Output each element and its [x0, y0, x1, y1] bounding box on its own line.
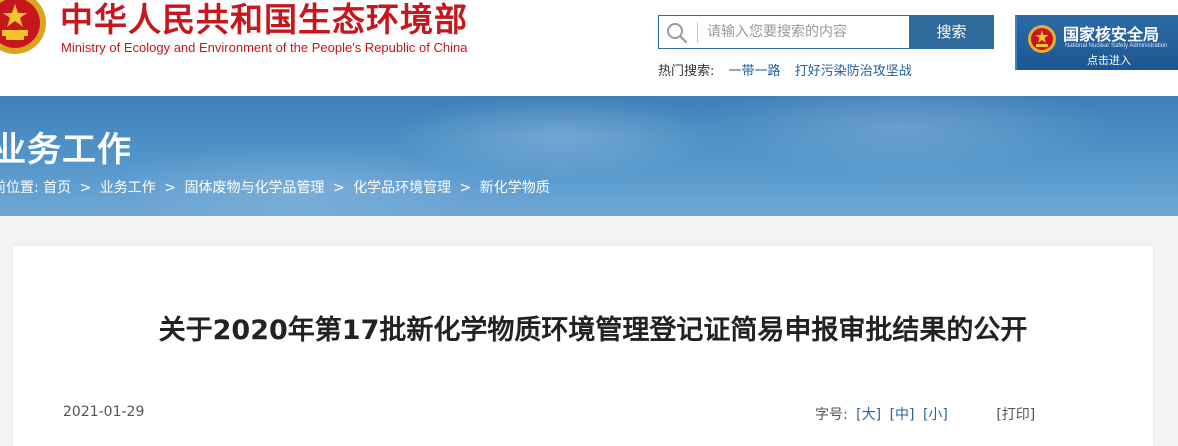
- nnsa-enter-label: 点击进入: [1087, 54, 1131, 67]
- breadcrumb-prefix: 前位置:: [0, 180, 39, 196]
- font-size-label: 字号:: [815, 407, 848, 423]
- hot-search-label: 热门搜索:: [658, 64, 715, 79]
- search-icon[interactable]: [665, 21, 689, 45]
- nnsa-name: 国家核安全局: [1063, 25, 1160, 44]
- search-button[interactable]: 搜索: [909, 15, 994, 49]
- breadcrumb-item-business[interactable]: 业务工作: [100, 180, 156, 196]
- breadcrumb-item-solid-waste[interactable]: 固体废物与化学品管理: [184, 180, 324, 196]
- breadcrumb-separator: >: [332, 180, 345, 196]
- article-date: 2021-01-29: [63, 404, 145, 420]
- font-size-medium-button[interactable]: [中]: [890, 407, 915, 423]
- nnsa-english-name: National Nuclear Safety Administration: [1065, 43, 1168, 49]
- breadcrumb-separator: >: [79, 180, 92, 196]
- nnsa-link-button[interactable]: 国家核安全局 National Nuclear Safety Administr…: [1015, 15, 1178, 70]
- breadcrumb-item-home[interactable]: 首页: [43, 180, 71, 196]
- national-emblem-icon: [0, 0, 46, 54]
- font-size-large-button[interactable]: [大]: [856, 407, 881, 423]
- font-size-small-button[interactable]: [小]: [923, 407, 948, 423]
- nnsa-emblem-icon: [1028, 25, 1056, 53]
- site-subtitle: Ministry of Ecology and Environment of t…: [61, 40, 468, 55]
- site-title[interactable]: 中华人民共和国生态环境部: [60, 0, 468, 40]
- breadcrumb-separator: >: [164, 180, 176, 196]
- hot-search-link[interactable]: 一带一路: [729, 64, 781, 79]
- hot-search-link[interactable]: 打好污染防治攻坚战: [795, 64, 912, 79]
- print-button[interactable]: [打印]: [996, 407, 1035, 423]
- site-header: 中华人民共和国生态环境部 Ministry of Ecology and Env…: [0, 0, 1178, 96]
- search-input[interactable]: [707, 20, 907, 44]
- article-title: 关于2020年第17批新化学物质环境管理登记证简易申报审批结果的公开: [158, 315, 1028, 346]
- section-banner: 业务工作 前位置: 首页 > 业务工作 > 固体废物与化学品管理 > 化学品环境…: [0, 96, 1178, 216]
- section-title: 业务工作: [0, 130, 132, 170]
- breadcrumb-item-chemicals[interactable]: 化学品环境管理: [353, 180, 451, 196]
- article-tools: 字号: [大] [中] [小] [打印]: [815, 404, 1035, 424]
- article-card: 关于2020年第17批新化学物质环境管理登记证简易申报审批结果的公开 2021-…: [13, 246, 1153, 446]
- search-box: 搜索: [658, 15, 994, 49]
- breadcrumb-item-new-chemicals[interactable]: 新化学物质: [480, 180, 550, 196]
- breadcrumb-separator: >: [459, 180, 472, 196]
- search-divider: [697, 22, 698, 43]
- breadcrumb: 前位置: 首页 > 业务工作 > 固体废物与化学品管理 > 化学品环境管理 > …: [0, 177, 550, 197]
- hot-search: 热门搜索: 一带一路 打好污染防治攻坚战: [658, 60, 922, 79]
